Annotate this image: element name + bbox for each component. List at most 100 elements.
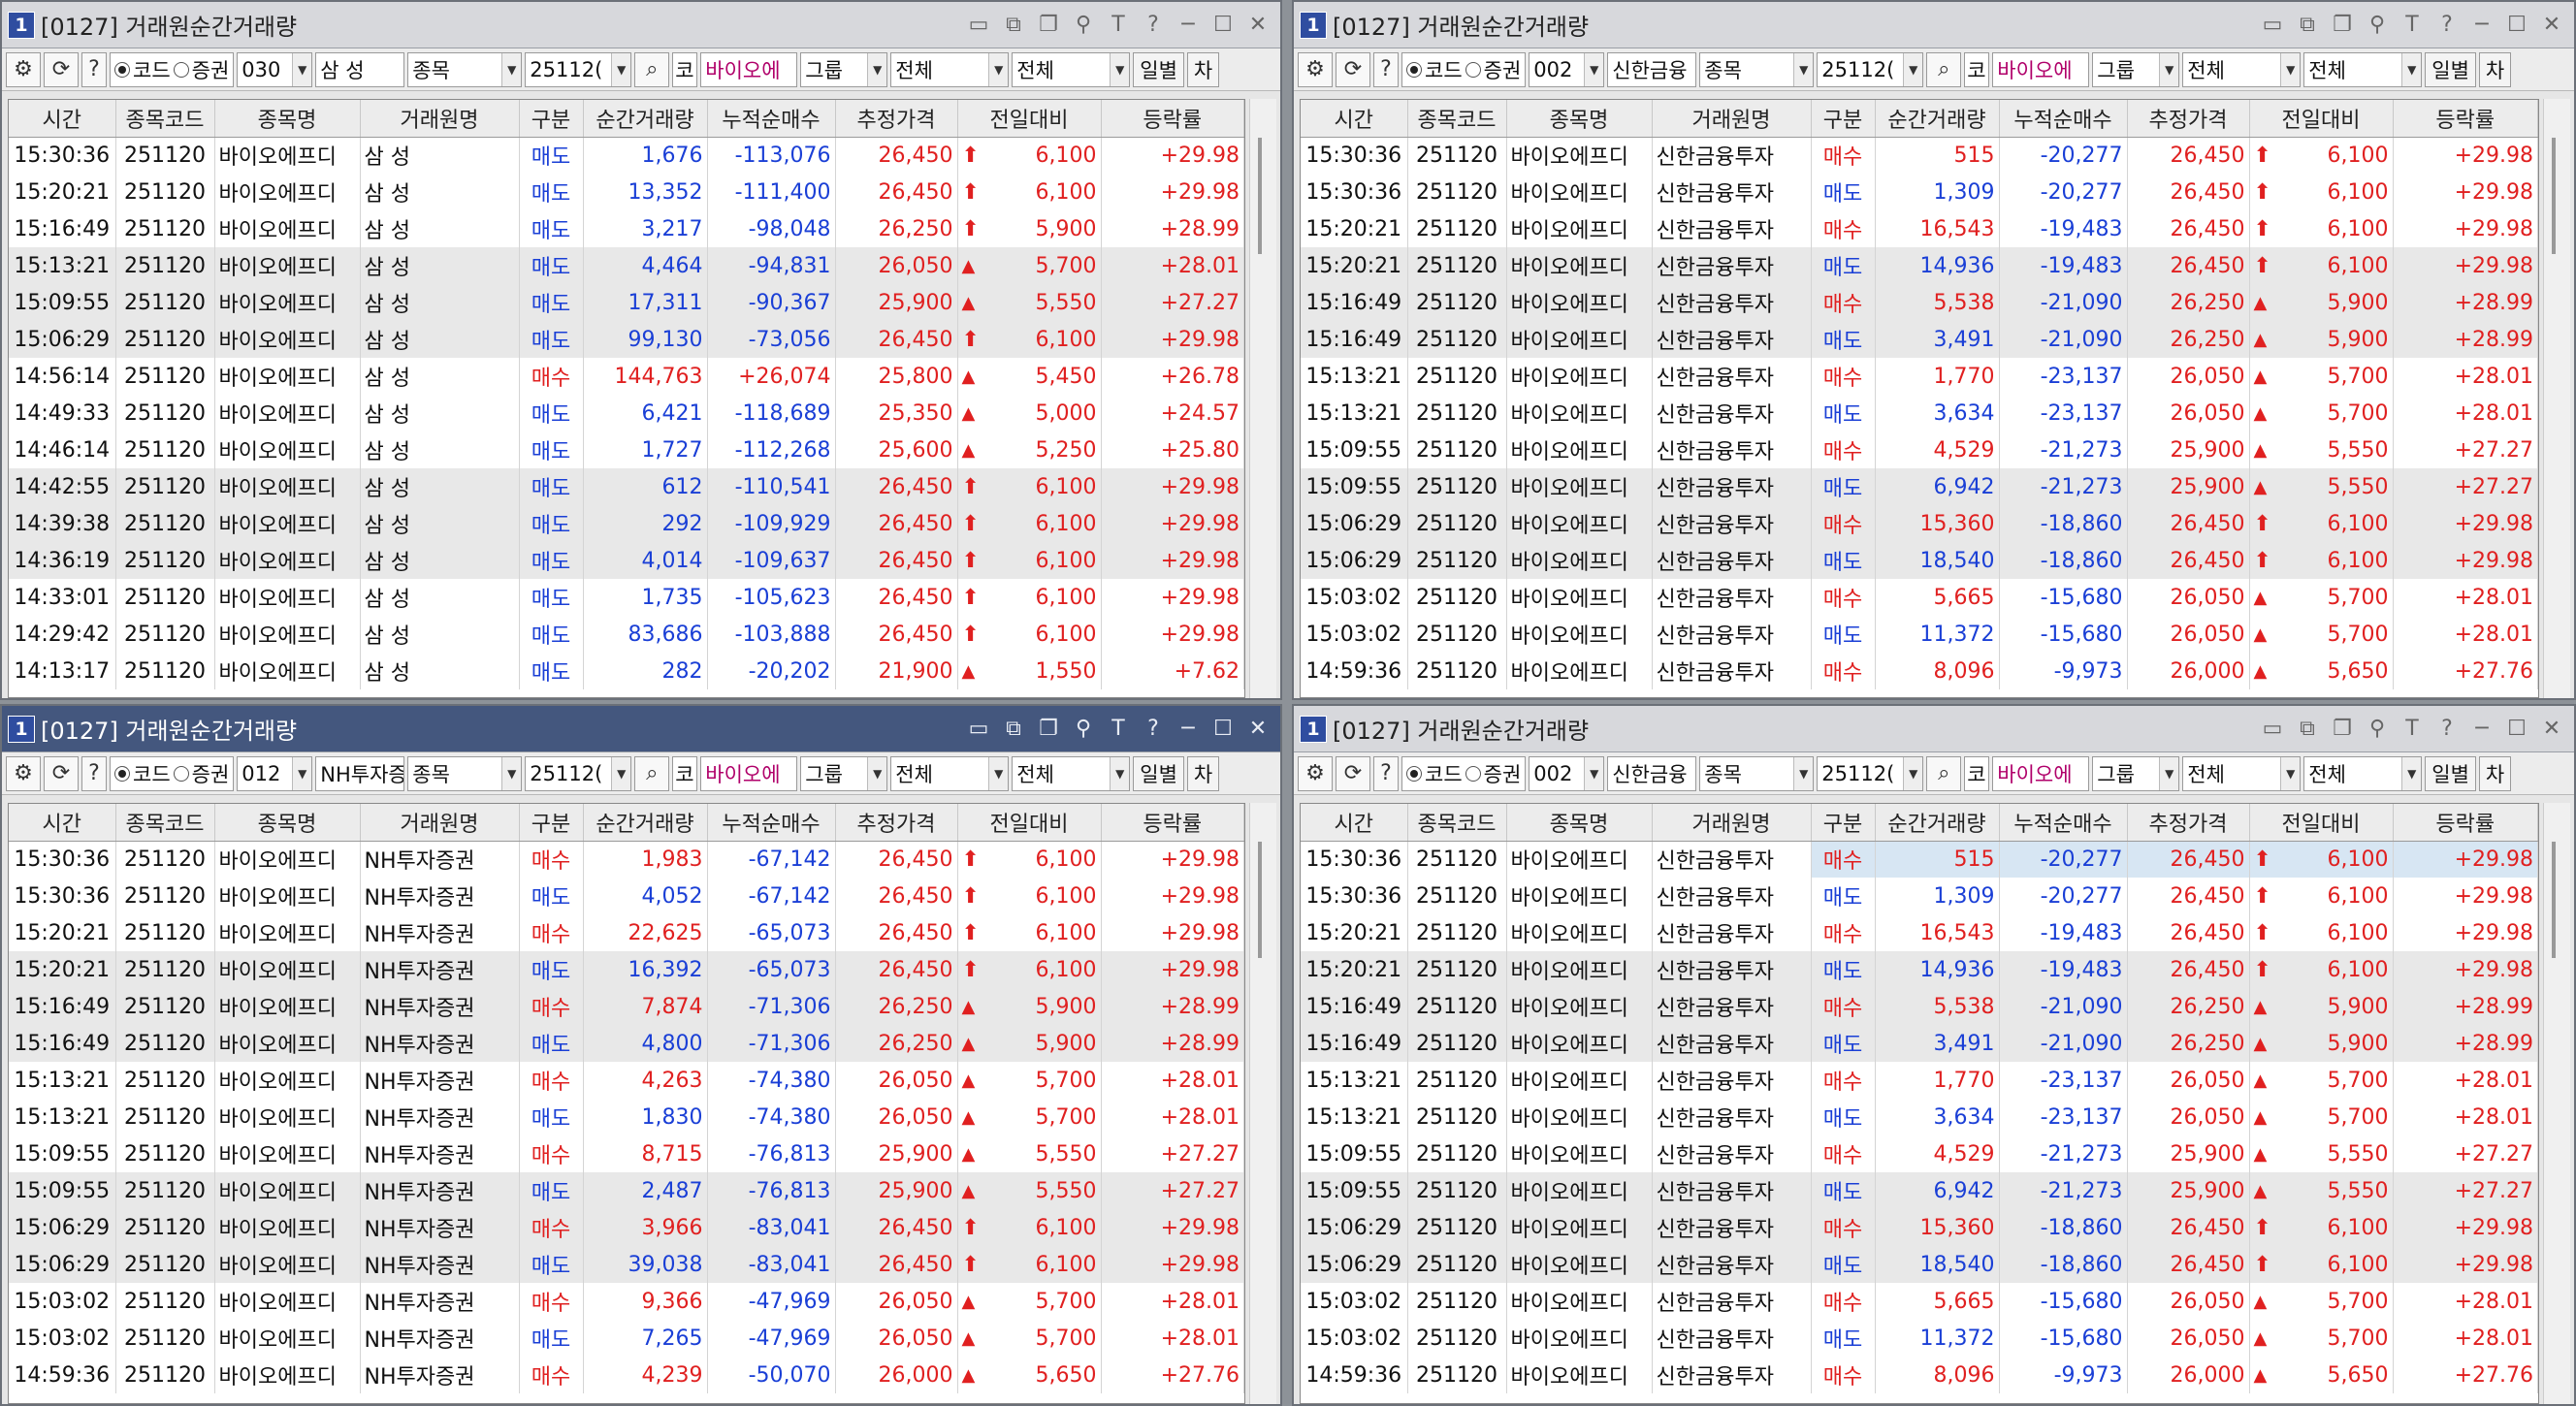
table-row[interactable]: 15:13:21 251120 바이오에프디 신한금융투자 매도 3,634 -23,137… (1301, 1099, 2538, 1135)
column-header[interactable]: 추정가격 (835, 100, 958, 138)
scrollbar[interactable] (2543, 99, 2570, 698)
radio-broker[interactable] (1465, 765, 1481, 782)
maximize-icon[interactable]: ☐ (1208, 715, 1238, 744)
stock-code-combo[interactable]: 25112(▼ (525, 755, 632, 791)
column-header[interactable]: 시간 (1301, 804, 1408, 842)
scrollbar[interactable] (1249, 99, 1276, 698)
chevron-down-icon[interactable]: ▼ (292, 52, 312, 86)
close-icon[interactable]: ✕ (2537, 11, 2566, 40)
search-icon[interactable]: ⌕ (634, 755, 670, 791)
column-header[interactable]: 누적순매수 (707, 100, 836, 138)
column-header[interactable]: 순간거래량 (1875, 100, 2000, 138)
filter1-combo[interactable]: 전체 ▼ (890, 51, 1010, 87)
column-header[interactable]: 종목명 (1506, 100, 1653, 138)
table-row[interactable]: 15:16:49 251120 바이오에프디 NH투자증권 매수 7,874 -71,306… (9, 988, 1244, 1025)
pin-icon[interactable]: ⚲ (1069, 715, 1098, 744)
column-header[interactable]: 시간 (9, 804, 116, 842)
minimize-icon[interactable]: ─ (1174, 715, 1203, 744)
table-row[interactable]: 15:13:21 251120 바이오에프디 신한금융투자 매도 3,634 -23,137… (1301, 395, 2538, 431)
copy-icon[interactable]: ❐ (2328, 11, 2357, 40)
table-row[interactable]: 15:09:55 251120 바이오에프디 NH투자증권 매도 2,487 -76,813… (9, 1172, 1244, 1209)
table-row[interactable]: 15:20:21 251120 바이오에프디 신한금융투자 매수 16,543 -19,48… (1301, 210, 2538, 247)
font-icon[interactable]: T (2398, 715, 2427, 744)
chevron-down-icon[interactable]: ▼ (1793, 52, 1814, 86)
refresh-icon[interactable]: ⟳ (44, 755, 79, 791)
filter1-combo[interactable]: 전체 ▼ (2182, 755, 2302, 791)
table-row[interactable]: 15:20:21 251120 바이오에프디 신한금융투자 매수 16,543 -19,48… (1301, 914, 2538, 951)
help-icon[interactable]: ? (1139, 715, 1168, 744)
close-icon[interactable]: ✕ (2537, 715, 2566, 744)
column-header[interactable]: 전일대비 (2249, 100, 2394, 138)
chevron-down-icon[interactable]: ▼ (501, 52, 522, 86)
radio-code[interactable] (1406, 61, 1422, 78)
chevron-down-icon[interactable]: ▼ (2280, 756, 2301, 790)
filter2-combo[interactable]: 전체 ▼ (2303, 755, 2423, 791)
font-icon[interactable]: T (1104, 715, 1133, 744)
daily-button[interactable]: 일별 (1133, 755, 1184, 791)
filter2-combo[interactable]: 전체 ▼ (1012, 51, 1131, 87)
table-row[interactable]: 15:09:55 251120 바이오에프디 삼 성 매도 17,311 -90,367 25… (9, 284, 1244, 321)
pin-icon[interactable]: ⚲ (2363, 715, 2392, 744)
column-header[interactable]: 순간거래량 (583, 100, 708, 138)
column-header[interactable]: 등락률 (2393, 100, 2538, 138)
table-row[interactable]: 15:13:21 251120 바이오에프디 NH투자증권 매도 1,830 -74,380… (9, 1099, 1244, 1135)
table-row[interactable]: 14:59:36 251120 바이오에프디 신한금융투자 매수 8,096 -9,973 2… (1301, 653, 2538, 689)
table-row[interactable]: 15:13:21 251120 바이오에프디 삼 성 매도 4,464 -94,831 26,… (9, 247, 1244, 284)
chevron-down-icon[interactable]: ▼ (2401, 756, 2422, 790)
table-row[interactable]: 14:42:55 251120 바이오에프디 삼 성 매도 612 -110,541 26,4… (9, 468, 1244, 505)
copy-icon[interactable]: ❐ (1034, 715, 1063, 744)
scrollbar-thumb[interactable] (1258, 138, 1262, 254)
table-row[interactable]: 15:09:55 251120 바이오에프디 NH투자증권 매수 8,715 -76,813… (9, 1135, 1244, 1172)
table-row[interactable]: 15:03:02 251120 바이오에프디 NH투자증권 매도 7,265 -47,969… (9, 1320, 1244, 1357)
broker-code-combo[interactable]: 002 ▼ (1529, 51, 1605, 87)
column-header[interactable]: 종목코드 (1407, 100, 1507, 138)
scrollbar-thumb[interactable] (2552, 138, 2556, 254)
column-header[interactable]: 시간 (9, 100, 116, 138)
monitor-icon[interactable]: ▭ (2258, 715, 2287, 744)
table-row[interactable]: 15:06:29 251120 바이오에프디 신한금융투자 매수 15,360 -18,86… (1301, 1209, 2538, 1246)
chevron-down-icon[interactable]: ▼ (867, 52, 887, 86)
radio-code[interactable] (1406, 765, 1422, 782)
table-row[interactable]: 15:16:49 251120 바이오에프디 신한금융투자 매도 3,491 -21,090… (1301, 321, 2538, 358)
column-header[interactable]: 종목명 (1506, 804, 1653, 842)
chevron-down-icon[interactable]: ▼ (1903, 756, 1923, 790)
column-header[interactable]: 종목명 (214, 100, 361, 138)
group-combo[interactable]: 그룹 ▼ (2092, 755, 2180, 791)
table-row[interactable]: 15:16:49 251120 바이오에프디 신한금융투자 매도 3,491 -21,090… (1301, 1025, 2538, 1062)
table-row[interactable]: 15:03:02 251120 바이오에프디 신한금융투자 매도 11,372 -15,68… (1301, 616, 2538, 653)
scrollbar[interactable] (2543, 803, 2570, 1404)
column-header[interactable]: 구분 (1811, 804, 1876, 842)
table-row[interactable]: 15:09:55 251120 바이오에프디 신한금융투자 매도 6,942 -21,273… (1301, 468, 2538, 505)
column-header[interactable]: 거래원명 (1652, 804, 1812, 842)
help-button[interactable]: ? (81, 755, 107, 791)
table-row[interactable]: 15:30:36 251120 바이오에프디 신한금융투자 매도 1,309 -20,277… (1301, 174, 2538, 210)
column-header[interactable]: 순간거래량 (583, 804, 708, 842)
font-icon[interactable]: T (2398, 11, 2427, 40)
window-titlebar[interactable]: 1 [0127] 거래원순간거래량 ▭ ⧉ ❐ ⚲ T ? ─ ☐ ✕ (1294, 2, 2574, 48)
column-header[interactable]: 시간 (1301, 100, 1408, 138)
scrollbar-thumb[interactable] (1258, 842, 1262, 958)
monitor-icon[interactable]: ▭ (964, 11, 993, 40)
stock-code-combo[interactable]: 25112(▼ (525, 51, 632, 87)
table-row[interactable]: 15:03:02 251120 바이오에프디 신한금융투자 매수 5,665 -15,680… (1301, 579, 2538, 616)
chart-button[interactable]: 차 (1186, 755, 1220, 791)
column-header[interactable]: 거래원명 (360, 804, 520, 842)
table-row[interactable]: 14:36:19 251120 바이오에프디 삼 성 매도 4,014 -109,637 26… (9, 542, 1244, 579)
table-row[interactable]: 15:16:49 251120 바이오에프디 삼 성 매도 3,217 -98,048 26,… (9, 210, 1244, 247)
filter2-combo[interactable]: 전체 ▼ (1012, 755, 1131, 791)
table-row[interactable]: 15:20:21 251120 바이오에프디 신한금융투자 매도 14,936 -19,48… (1301, 951, 2538, 988)
column-header[interactable]: 추정가격 (2127, 100, 2250, 138)
maximize-icon[interactable]: ☐ (1208, 11, 1238, 40)
scrollbar[interactable] (1249, 803, 1276, 1404)
group-combo[interactable]: 그룹 ▼ (800, 51, 888, 87)
restore-icon[interactable]: ⧉ (2293, 715, 2322, 744)
chevron-down-icon[interactable]: ▼ (501, 756, 522, 790)
chevron-down-icon[interactable]: ▼ (988, 756, 1009, 790)
minimize-icon[interactable]: ─ (2467, 11, 2496, 40)
table-row[interactable]: 15:13:21 251120 바이오에프디 신한금융투자 매수 1,770 -23,137… (1301, 358, 2538, 395)
monitor-icon[interactable]: ▭ (964, 715, 993, 744)
maximize-icon[interactable]: ☐ (2502, 715, 2531, 744)
broker-code-combo[interactable]: 030 ▼ (237, 51, 313, 87)
refresh-icon[interactable]: ⟳ (44, 51, 79, 87)
chevron-down-icon[interactable]: ▼ (2280, 52, 2301, 86)
